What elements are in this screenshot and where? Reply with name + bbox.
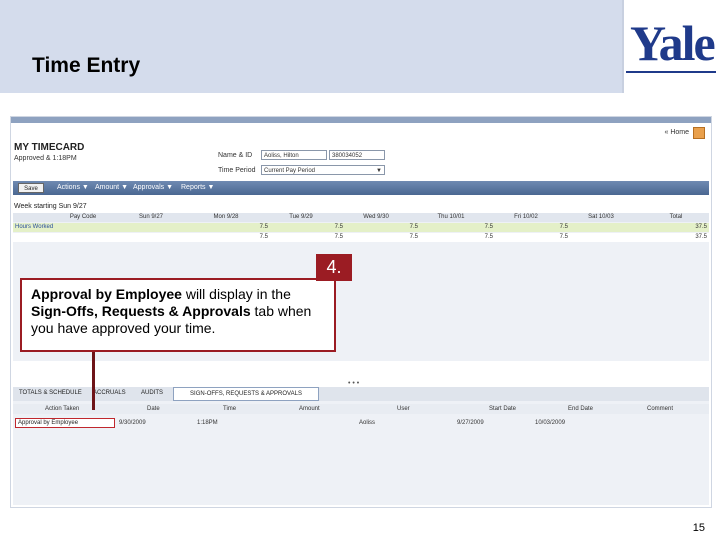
callout-connector-line bbox=[92, 352, 95, 410]
pay-code-cell[interactable]: Hours Worked bbox=[15, 224, 111, 230]
grid-header: Sun 9/27 bbox=[138, 214, 164, 220]
signoff-header: Time bbox=[223, 406, 237, 412]
step-number-badge: 4. bbox=[316, 254, 352, 281]
total-hours-cell: 7.5 bbox=[409, 234, 418, 240]
signoff-header: Amount bbox=[299, 406, 320, 412]
grid-header: Total bbox=[669, 214, 683, 220]
total-hours-cell: 7.5 bbox=[259, 234, 268, 240]
app-top-bar bbox=[11, 117, 711, 123]
total-cell: 37.5 bbox=[695, 234, 707, 240]
period-select[interactable]: Current Pay Period ▼ bbox=[261, 165, 385, 175]
slide-header-band bbox=[0, 0, 720, 93]
grid-header: Fri 10/02 bbox=[514, 214, 538, 220]
home-icon[interactable] bbox=[693, 127, 705, 139]
tab-accruals[interactable]: ACCRUALS bbox=[93, 390, 126, 396]
signoff-header: Date bbox=[147, 406, 160, 412]
signoff-start-date: 9/27/2009 bbox=[457, 420, 484, 426]
signoff-header: Comment bbox=[647, 406, 674, 412]
reports-menu[interactable]: Reports ▼ bbox=[181, 184, 214, 191]
hours-cell[interactable]: 7.5 bbox=[378, 224, 418, 230]
callout-text-1: will display in the bbox=[181, 286, 291, 302]
grid-header: Wed 9/30 bbox=[363, 214, 389, 220]
grid-header: Thu 10/01 bbox=[437, 214, 465, 220]
tab-bar: TOTALS & SCHEDULE ACCRUALS AUDITS SIGN-O… bbox=[13, 387, 709, 401]
actions-menu[interactable]: Actions ▼ bbox=[57, 184, 89, 191]
total-hours-cell: 7.5 bbox=[559, 234, 568, 240]
table-row: 7.5 7.5 7.5 7.5 7.5 37.5 bbox=[13, 233, 709, 242]
name-label: Name & ID bbox=[218, 152, 253, 159]
grid-header: Pay Code bbox=[69, 214, 97, 220]
callout-bold-employee: Approval by Employee bbox=[31, 286, 182, 302]
hours-cell[interactable]: 7.5 bbox=[453, 224, 493, 230]
slide-title: Time Entry bbox=[32, 54, 141, 77]
grid-header: Tue 9/29 bbox=[289, 214, 313, 220]
signoff-time: 1:18PM bbox=[197, 420, 218, 426]
signoff-header: User bbox=[397, 406, 410, 412]
signoff-header: Start Date bbox=[489, 406, 517, 412]
id-field[interactable]: 380034052 bbox=[329, 150, 385, 160]
instruction-callout: Approval by Employee will display in the… bbox=[20, 278, 336, 352]
signoff-end-date: 10/03/2009 bbox=[535, 420, 566, 426]
approvals-menu[interactable]: Approvals ▼ bbox=[133, 184, 173, 191]
grid-header-row: Pay Code Sun 9/27 Mon 9/28 Tue 9/29 Wed … bbox=[13, 213, 709, 222]
amount-menu[interactable]: Amount ▼ bbox=[95, 184, 128, 191]
approved-status: Approved & 1:18PM bbox=[14, 155, 77, 162]
timecard-toolbar: Save Actions ▼ Amount ▼ Approvals ▼ Repo… bbox=[13, 181, 709, 195]
signoff-user: Aoliss bbox=[359, 420, 376, 426]
signoff-header: End Date bbox=[568, 406, 594, 412]
period-value: Current Pay Period bbox=[264, 168, 316, 174]
chevron-down-icon: ▼ bbox=[376, 168, 382, 174]
tab-signoffs-requests-approvals[interactable]: SIGN-OFFS, REQUESTS & APPROVALS bbox=[173, 387, 319, 401]
grid-header: Mon 9/28 bbox=[213, 214, 239, 220]
yale-logo: Yale bbox=[630, 15, 716, 71]
callout-bold-tab: Sign-Offs, Requests & Approvals bbox=[31, 303, 251, 319]
table-row[interactable]: Hours Worked 7.5 7.5 7.5 7.5 7.5 37.5 bbox=[13, 223, 709, 232]
total-cell: 37.5 bbox=[695, 224, 707, 230]
logo-underline bbox=[626, 71, 716, 73]
home-link[interactable]: « Home bbox=[664, 129, 689, 136]
signoff-date: 9/30/2009 bbox=[119, 420, 146, 426]
page-number: 15 bbox=[692, 522, 705, 534]
hours-cell[interactable]: 7.5 bbox=[228, 224, 268, 230]
hours-cell[interactable]: 7.5 bbox=[528, 224, 568, 230]
save-button[interactable]: Save bbox=[18, 183, 44, 193]
tab-audits[interactable]: AUDITS bbox=[141, 390, 163, 396]
name-field[interactable]: Aoliss, Hilton bbox=[261, 150, 327, 160]
week-label: Week starting Sun 9/27 bbox=[14, 203, 87, 210]
total-hours-cell: 7.5 bbox=[484, 234, 493, 240]
grid-header: Sat 10/03 bbox=[588, 214, 614, 220]
signoff-header: Action Taken bbox=[45, 406, 80, 412]
splitter-handle[interactable]: • • • bbox=[348, 380, 359, 387]
hours-cell[interactable]: 7.5 bbox=[303, 224, 343, 230]
timecard-title: MY TIMECARD bbox=[14, 142, 85, 153]
signoff-action-cell[interactable]: Approval by Employee bbox=[15, 418, 115, 428]
total-hours-cell: 7.5 bbox=[334, 234, 343, 240]
tab-totals-schedule[interactable]: TOTALS & SCHEDULE bbox=[19, 390, 82, 396]
period-label: Time Period bbox=[218, 167, 256, 174]
signoff-header-row: Action Taken Date Time Amount User Start… bbox=[13, 404, 709, 414]
bottom-panel: TOTALS & SCHEDULE ACCRUALS AUDITS SIGN-O… bbox=[13, 387, 709, 505]
